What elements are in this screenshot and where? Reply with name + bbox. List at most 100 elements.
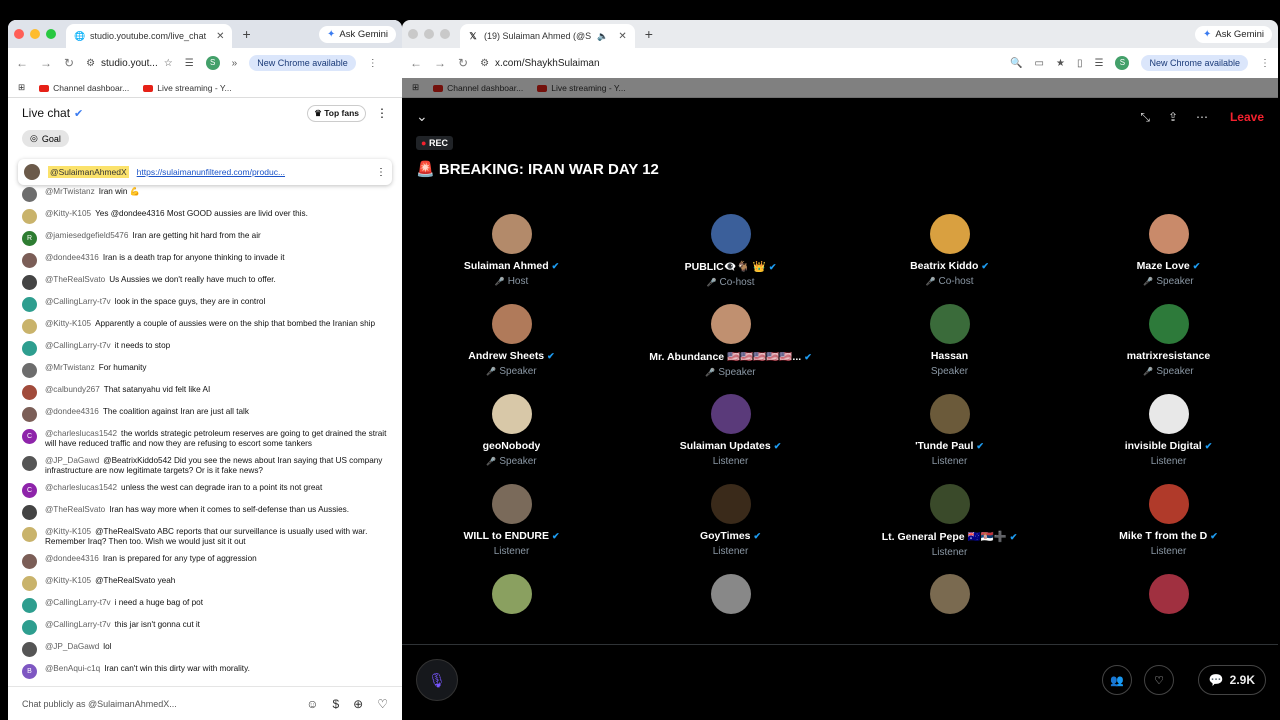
participant-card[interactable]: WILL to ENDURE ✔ Listener	[402, 484, 621, 564]
avatar[interactable]	[491, 394, 532, 434]
chat-message[interactable]: @TheRealSvato Iran has way more when it c…	[22, 505, 388, 520]
apps-grid-icon[interactable]: ⊞	[18, 82, 25, 93]
reload-icon[interactable]: ↻	[458, 56, 468, 70]
avatar[interactable]	[22, 385, 37, 400]
chat-author[interactable]: @dondee4316	[45, 253, 99, 262]
reading-list-icon[interactable]: ☰	[1094, 58, 1103, 69]
heart-icon[interactable]: ♡	[377, 697, 388, 711]
avatar[interactable]	[22, 620, 37, 635]
more-options-icon[interactable]: ⋯	[1196, 110, 1208, 125]
bookmark-live-streaming[interactable]: Live streaming - Y...	[537, 83, 626, 93]
avatar[interactable]	[22, 209, 37, 224]
microphone-button[interactable]: 🎙	[416, 659, 458, 701]
pinned-message[interactable]: @SulaimanAhmedX https://sulaimanunfilter…	[18, 159, 392, 185]
new-chrome-available-button[interactable]: New Chrome available	[249, 55, 356, 71]
avatar[interactable]	[929, 574, 970, 614]
participant-card[interactable]: geoNobody 🎤 Speaker	[402, 394, 621, 474]
avatar[interactable]	[491, 574, 532, 614]
chat-author[interactable]: @MrTwistanz	[45, 187, 95, 196]
bookmark-star-icon[interactable]: ★	[1056, 58, 1065, 69]
avatar[interactable]: B	[22, 664, 37, 679]
avatar[interactable]	[929, 304, 970, 344]
avatar[interactable]	[491, 214, 532, 254]
add-icon[interactable]: ⊕	[353, 697, 363, 711]
chat-message[interactable]: @CallingLarry-t7v it needs to stop	[22, 341, 388, 356]
chevron-down-icon[interactable]: ⌄	[416, 108, 428, 125]
avatar[interactable]	[22, 253, 37, 268]
avatar[interactable]	[491, 304, 532, 344]
chat-author[interactable]: @calbundy267	[45, 385, 100, 394]
apps-grid-icon[interactable]: ⊞	[412, 82, 419, 93]
ask-gemini-button[interactable]: ✦ Ask Gemini	[319, 25, 396, 43]
omnibox[interactable]: ⚙ x.com/ShaykhSulaiman	[480, 58, 998, 69]
tab-x-profile[interactable]: 𝕏 (19) Sulaiman Ahmed (@S 🔈 ✕	[460, 24, 635, 48]
avatar[interactable]	[929, 484, 970, 524]
chat-author[interactable]: @CallingLarry-t7v	[45, 341, 111, 350]
avatar[interactable]	[22, 363, 37, 378]
goal-button[interactable]: ◎ Goal	[22, 130, 69, 147]
profile-avatar[interactable]: S	[205, 56, 220, 70]
chat-author[interactable]: @Kitty-K105	[45, 209, 91, 218]
participant-card[interactable]	[621, 574, 840, 654]
chat-author[interactable]: @CallingLarry-t7v	[45, 598, 111, 607]
avatar[interactable]	[22, 642, 37, 657]
avatar[interactable]	[1148, 394, 1189, 434]
chat-message[interactable]: C @charleslucas1542 unless the west can de…	[22, 483, 388, 498]
bookmark-channel-dashboard[interactable]: Channel dashboar...	[39, 83, 129, 93]
avatar[interactable]	[22, 576, 37, 591]
maximize-window-button[interactable]	[440, 29, 450, 39]
participant-card[interactable]: GoyTimes ✔ Listener	[621, 484, 840, 564]
back-icon[interactable]: ←	[410, 56, 422, 70]
reading-list-icon[interactable]: ☰	[185, 58, 194, 69]
pinned-link[interactable]: https://sulaimanunfiltered.com/produc...	[137, 167, 285, 177]
minimize-window-button[interactable]	[424, 29, 434, 39]
chat-message[interactable]: @Kitty-K105 @TheRealSvato ABC reports tha…	[22, 527, 388, 547]
site-info-icon[interactable]: ⚙	[86, 58, 95, 69]
avatar[interactable]	[22, 598, 37, 613]
avatar[interactable]	[710, 394, 751, 434]
site-info-icon[interactable]: ⚙	[480, 58, 489, 69]
avatar[interactable]	[1148, 214, 1189, 254]
chat-author[interactable]: @JP_DaGawd	[45, 456, 99, 465]
extensions-chevron-icon[interactable]: »	[232, 58, 238, 69]
participant-card[interactable]: Beatrix Kiddo ✔ 🎤 Co-host	[840, 214, 1059, 294]
avatar[interactable]	[1148, 574, 1189, 614]
new-chrome-available-button[interactable]: New Chrome available	[1141, 55, 1248, 71]
react-button[interactable]: ♡	[1144, 665, 1174, 695]
leave-button[interactable]: Leave	[1230, 110, 1264, 124]
avatar[interactable]	[22, 505, 37, 520]
avatar[interactable]	[22, 187, 37, 202]
menu-icon[interactable]: ⋮	[368, 58, 378, 69]
avatar[interactable]	[22, 554, 37, 569]
new-tab-button[interactable]: +	[645, 26, 653, 42]
avatar[interactable]: C	[22, 429, 37, 444]
chat-message[interactable]: @CallingLarry-t7v i need a huge bag of po…	[22, 598, 388, 613]
share-icon[interactable]: ⇪	[1168, 110, 1178, 125]
chat-message[interactable]: @calbundy267 That satanyahu vid felt like…	[22, 385, 388, 400]
avatar[interactable]	[22, 319, 37, 334]
forward-icon[interactable]: →	[40, 56, 52, 70]
chat-author[interactable]: @Kitty-K105	[45, 319, 91, 328]
participant-card[interactable]: Andrew Sheets ✔ 🎤 Speaker	[402, 304, 621, 384]
chat-message[interactable]: @dondee4316 Iran is a death trap for anyo…	[22, 253, 388, 268]
chat-author[interactable]: @dondee4316	[45, 407, 99, 416]
chat-input[interactable]: Chat publicly as @SulaimanAhmedX...	[22, 699, 292, 709]
participant-card[interactable]: invisible Digital ✔ Listener	[1059, 394, 1278, 474]
avatar[interactable]	[710, 214, 751, 254]
people-button[interactable]: 👥	[1102, 665, 1132, 695]
chat-message[interactable]: @Kitty-K105 @TheRealSvato yeah	[22, 576, 388, 591]
chat-message[interactable]: B @BenAqui-c1q Iran can't win this dirty w…	[22, 664, 388, 679]
avatar[interactable]	[22, 341, 37, 356]
participant-card[interactable]: matrixresistance 🎤 Speaker	[1059, 304, 1278, 384]
close-tab-icon[interactable]: ✕	[216, 31, 224, 42]
participant-card[interactable]: Lt. General Pepe 🇦🇺🇷🇸➕ ✔ Listener	[840, 484, 1059, 564]
super-chat-icon[interactable]: $	[332, 697, 339, 711]
minimize-window-button[interactable]	[30, 29, 40, 39]
avatar[interactable]	[22, 527, 37, 542]
bookmark-live-streaming[interactable]: Live streaming - Y...	[143, 83, 232, 93]
chat-author[interactable]: @CallingLarry-t7v	[45, 620, 111, 629]
cast-icon[interactable]: ▭	[1035, 58, 1044, 69]
close-window-button[interactable]	[408, 29, 418, 39]
chat-author[interactable]: @charleslucas1542	[45, 429, 117, 438]
tab-youtube-studio[interactable]: 🌐 studio.youtube.com/live_chat ✕	[66, 24, 233, 48]
